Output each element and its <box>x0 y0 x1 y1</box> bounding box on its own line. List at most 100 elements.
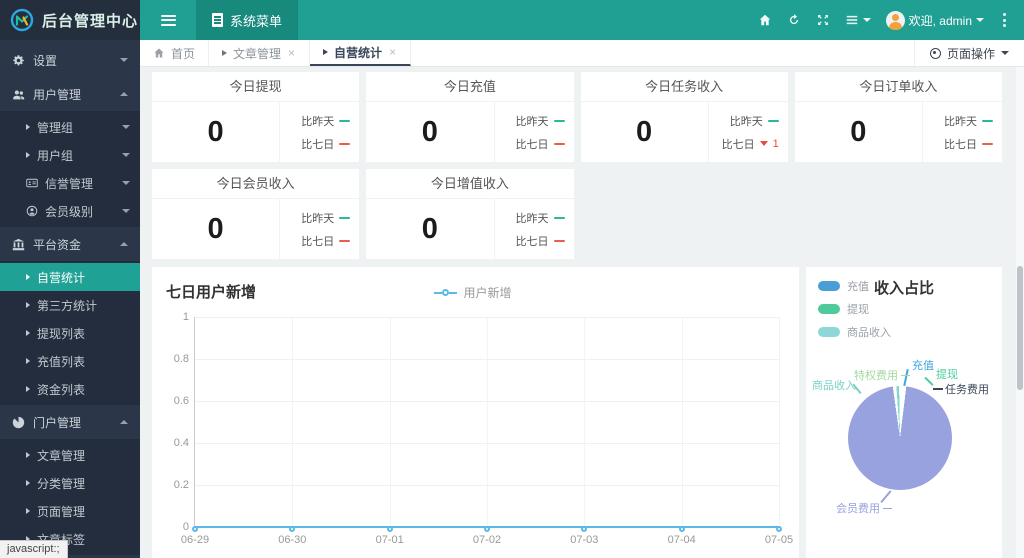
sidebar-item-member-level[interactable]: 会员级别 <box>0 197 140 225</box>
chevron-down-icon <box>862 18 871 22</box>
caret-right-icon <box>26 452 30 458</box>
chevron-up-icon <box>120 92 128 96</box>
vs-yesterday: 比昨天 <box>715 113 779 129</box>
stat-value: 0 <box>421 212 438 245</box>
data-point <box>289 525 296 532</box>
sidebar-item-settings[interactable]: 设置 <box>0 43 140 77</box>
close-icon[interactable]: × <box>388 45 397 59</box>
top-header: 后台管理中心 系统菜单 欢迎, admin <box>0 0 1024 40</box>
tab-home[interactable]: 首页 <box>140 40 210 66</box>
y-axis-tick: 0 <box>182 521 189 533</box>
sidebar-item-article-management[interactable]: 文章管理 <box>0 441 140 469</box>
chevron-up-icon <box>120 242 128 246</box>
tab-self-stats[interactable]: 自营统计 × <box>310 40 412 66</box>
caret-right-icon <box>26 302 30 308</box>
stat-cards-row-2: 今日会员收入 0 比昨天 比七日 今日增值收入 0 比昨天 比七日 <box>152 169 1002 259</box>
x-axis-tick: 07-03 <box>570 534 599 546</box>
scrollbar-thumb[interactable] <box>1017 266 1023 390</box>
sidebar-item-user-management[interactable]: 用户管理 <box>0 77 140 111</box>
sidebar-item-withdraw-list[interactable]: 提现列表 <box>0 319 140 347</box>
sidebar-item-recharge-list[interactable]: 充值列表 <box>0 347 140 375</box>
data-point <box>386 525 393 532</box>
charts-row: 七日用户新增 用户新增 1 0.8 0.6 0.4 0.2 0 06-29 06… <box>152 267 1002 558</box>
sidebar-item-user-group[interactable]: 用户组 <box>0 141 140 169</box>
line-chart-legend-item[interactable]: 用户新增 <box>433 284 512 301</box>
line-chart-plot: 1 0.8 0.6 0.4 0.2 0 06-29 06-30 07-01 07… <box>174 311 793 546</box>
data-point <box>192 525 198 532</box>
sidebar-item-page-management[interactable]: 页面管理 <box>0 497 140 525</box>
header-actions: 欢迎, admin <box>758 0 1024 40</box>
home-icon <box>154 48 164 58</box>
nav-menu-button[interactable] <box>845 13 871 27</box>
x-axis-tick: 06-29 <box>180 534 210 546</box>
legend-swatch <box>818 327 840 337</box>
sidebar-item-funds-list[interactable]: 资金列表 <box>0 375 140 403</box>
flat-trend-dash <box>339 142 351 145</box>
page-scrollbar[interactable] <box>1016 67 1024 558</box>
pie-label-goods-income: 商品收入 <box>812 380 856 392</box>
system-menu-button[interactable]: 系统菜单 <box>196 0 299 40</box>
y-axis-tick: 0.8 <box>173 353 189 365</box>
down-arrow-icon <box>759 141 768 146</box>
gear-icon <box>13 54 24 65</box>
flat-trend-dash <box>553 119 565 122</box>
flat-trend-dash <box>767 119 779 122</box>
card-today-task-income: 今日任务收入 0 比昨天 比七日 1 <box>580 72 788 162</box>
app-logo-icon <box>10 8 34 32</box>
stat-value: 0 <box>207 115 224 148</box>
document-icon <box>212 13 223 27</box>
home-icon[interactable] <box>758 13 772 27</box>
card-today-withdraw: 今日提现 0 比昨天 比七日 <box>152 72 360 162</box>
main-content: 今日提现 0 比昨天 比七日 今日充值 0 比昨天 比七日 今日任务收入 0 比… <box>140 67 1024 558</box>
data-point <box>678 525 685 532</box>
sidebar-item-portal-management[interactable]: 门户管理 <box>0 405 140 439</box>
users-icon <box>13 89 25 99</box>
dot-circle-icon <box>929 47 941 59</box>
sidebar-item-category-management[interactable]: 分类管理 <box>0 469 140 497</box>
refresh-icon[interactable] <box>787 13 801 27</box>
fullscreen-icon[interactable] <box>816 13 830 27</box>
pie-label-recharge: 充值 <box>912 360 934 372</box>
chevron-down-icon <box>122 181 130 185</box>
user-circle-icon <box>26 205 38 217</box>
caret-right-icon <box>222 50 228 56</box>
x-axis-tick: 07-05 <box>764 534 794 546</box>
pie-label-task-fee: 任务费用 <box>945 384 989 396</box>
sidebar-item-admin-group[interactable]: 管理组 <box>0 113 140 141</box>
close-icon[interactable]: × <box>287 46 296 60</box>
sidebar-item-thirdparty-stats[interactable]: 第三方统计 <box>0 291 140 319</box>
legend-item-withdraw[interactable]: 提现 <box>818 301 891 317</box>
tab-article-management[interactable]: 文章管理 × <box>209 40 311 66</box>
page-actions-button[interactable]: 页面操作 <box>913 40 1024 66</box>
caret-right-icon <box>26 386 30 392</box>
caret-right-icon <box>26 508 30 514</box>
chevron-down-icon <box>120 58 128 62</box>
chevron-up-icon <box>120 420 128 424</box>
pie-label-member-fee: 会员费用 <box>836 500 892 516</box>
user-menu-button[interactable]: 欢迎, admin <box>885 10 984 30</box>
x-axis-tick: 06-30 <box>278 534 307 546</box>
brand-logo[interactable]: 后台管理中心 <box>0 0 140 40</box>
data-point <box>484 525 490 532</box>
sidebar-item-reputation[interactable]: 信誉管理 <box>0 169 140 197</box>
sidebar-item-self-stats[interactable]: 自营统计 <box>0 263 140 291</box>
vs-yesterday: 比昨天 <box>501 210 565 226</box>
vs-week: 比七日 1 <box>721 137 779 151</box>
vs-week: 比七日 <box>929 136 993 152</box>
flat-trend-dash <box>339 239 351 242</box>
more-options-icon[interactable] <box>999 11 1010 29</box>
new-users-chart-panel: 七日用户新增 用户新增 1 0.8 0.6 0.4 0.2 0 06-29 06… <box>152 267 799 558</box>
flat-trend-dash <box>553 142 565 145</box>
y-axis-tick: 1 <box>182 311 189 323</box>
sidebar-item-platform-funds[interactable]: 平台资金 <box>0 227 140 261</box>
sidebar-toggle-button[interactable] <box>140 0 196 40</box>
legend-item-recharge[interactable]: 充值 <box>818 278 891 294</box>
stat-value: 0 <box>850 115 867 148</box>
x-axis-tick: 07-04 <box>667 534 696 546</box>
stat-value: 0 <box>421 115 438 148</box>
y-axis-tick: 0.2 <box>173 479 189 491</box>
vs-week: 比七日 <box>286 233 351 249</box>
id-card-icon <box>26 178 38 188</box>
bank-icon <box>12 238 25 250</box>
legend-item-goods-income[interactable]: 商品收入 <box>818 324 891 340</box>
